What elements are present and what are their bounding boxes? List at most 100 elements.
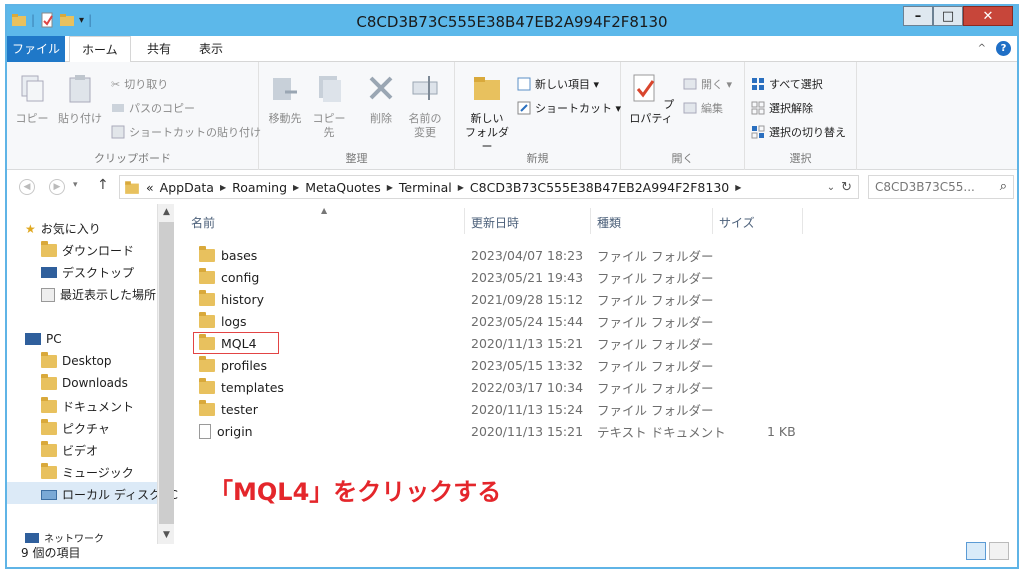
breadcrumb-overflow[interactable]: « xyxy=(146,180,154,195)
nav-item-downloads-jp[interactable]: ダウンロード xyxy=(41,241,134,259)
nav-item-pictures[interactable]: ピクチャ xyxy=(41,419,110,437)
nav-label: 最近表示した場所 xyxy=(60,288,157,302)
tab-file[interactable]: ファイル xyxy=(7,36,65,62)
breadcrumb-roaming[interactable]: Roaming xyxy=(232,180,287,195)
file-row-profiles[interactable]: profiles 2023/05/15 13:32 ファイル フォルダー xyxy=(185,354,805,376)
close-button[interactable]: ✕ xyxy=(963,6,1013,26)
shortcut-button[interactable]: ショートカット ▾ xyxy=(517,100,621,116)
nav-item-desktop[interactable]: Desktop xyxy=(41,351,112,368)
open-button[interactable]: 開く ▾ xyxy=(683,76,732,92)
shortcut-label: ショートカット ▾ xyxy=(535,102,622,115)
rename-button[interactable]: 名前の 変更 xyxy=(405,72,445,140)
file-row-logs[interactable]: logs 2023/05/24 15:44 ファイル フォルダー xyxy=(185,310,805,332)
documents-folder-icon xyxy=(41,397,57,413)
copy-to-button[interactable]: コピー先 xyxy=(309,72,349,140)
nav-item-documents[interactable]: ドキュメント xyxy=(41,397,135,415)
nav-item-videos[interactable]: ビデオ xyxy=(41,441,98,459)
nav-label: Desktop xyxy=(62,354,112,368)
tab-home[interactable]: ホーム xyxy=(69,36,131,63)
select-all-label: すべて選択 xyxy=(769,78,823,91)
breadcrumb-arrow-icon[interactable]: ▶ xyxy=(387,183,393,192)
nav-item-network[interactable]: ネットワーク xyxy=(25,530,104,545)
nav-item-downloads[interactable]: Downloads xyxy=(41,373,128,390)
file-type: ファイル フォルダー xyxy=(597,402,714,418)
window-controls: – □ ✕ xyxy=(903,6,1013,26)
file-row-tester[interactable]: tester 2020/11/13 15:24 ファイル フォルダー xyxy=(185,398,805,420)
large-icons-view-icon[interactable] xyxy=(989,542,1009,560)
breadcrumb-arrow-icon[interactable]: ▶ xyxy=(458,183,464,192)
back-button[interactable]: ◀ xyxy=(19,179,35,195)
file-name: templates xyxy=(221,379,284,395)
properties-button[interactable]: プロパティ xyxy=(625,72,677,126)
clipboard-group-label: クリップボード xyxy=(94,152,171,165)
copy-button[interactable]: コピー xyxy=(15,72,49,126)
select-all-button[interactable]: すべて選択 xyxy=(751,76,823,92)
cut-button[interactable]: ✂ 切り取り xyxy=(111,76,168,92)
recent-locations-icon[interactable]: ▾ xyxy=(73,180,78,190)
scrollbar-thumb[interactable] xyxy=(159,222,174,524)
nav-item-recent[interactable]: 最近表示した場所 xyxy=(41,286,156,303)
search-icon[interactable]: ⌕ xyxy=(1000,179,1007,194)
new-item-button[interactable]: 新しい項目 ▾ xyxy=(517,76,599,92)
clipboard-group: コピー 貼り付け ✂ 切り取り パスのコピー ショートカットの貼り付け クリップボ… xyxy=(7,62,261,170)
file-row-config[interactable]: config 2023/05/21 19:43 ファイル フォルダー xyxy=(185,266,805,288)
file-row-history[interactable]: history 2021/09/28 15:12 ファイル フォルダー xyxy=(185,288,805,310)
desktop-icon xyxy=(41,267,57,278)
minimize-button[interactable]: – xyxy=(903,6,933,26)
new-folder-button[interactable]: 新しい フォルダー xyxy=(461,72,513,154)
column-header-name[interactable]: 名前 ▲ xyxy=(185,206,465,234)
refresh-icon[interactable]: ↻ xyxy=(841,180,852,195)
select-none-button[interactable]: 選択解除 xyxy=(751,100,813,116)
file-type: ファイル フォルダー xyxy=(597,336,714,352)
paste-shortcut-label: ショートカットの貼り付け xyxy=(129,126,261,139)
address-bar[interactable]: « AppData ▶ Roaming ▶ MetaQuotes ▶ Terminal… xyxy=(119,175,859,199)
new-group: 新しい フォルダー 新しい項目 ▾ ショートカット ▾ 新規 xyxy=(455,62,621,170)
forward-button[interactable]: ▶ xyxy=(49,179,65,195)
breadcrumb-arrow-icon[interactable]: ▶ xyxy=(220,183,226,192)
column-header-date[interactable]: 更新日時 xyxy=(465,208,591,234)
paste-shortcut-button[interactable]: ショートカットの貼り付け xyxy=(111,124,261,140)
details-view-icon[interactable] xyxy=(966,542,986,560)
move-to-button[interactable]: 移動先 xyxy=(265,72,305,126)
breadcrumb-arrow-icon[interactable]: ▶ xyxy=(735,183,741,192)
sort-ascending-icon: ▲ xyxy=(321,206,328,215)
breadcrumb-terminal[interactable]: Terminal xyxy=(399,180,452,195)
address-dropdown-icon[interactable]: ⌄ xyxy=(827,182,835,193)
scroll-up-icon[interactable]: ▲ xyxy=(158,204,175,221)
file-row-templates[interactable]: templates 2022/03/17 10:34 ファイル フォルダー xyxy=(185,376,805,398)
tab-view[interactable]: 表示 xyxy=(187,36,235,62)
column-header-type[interactable]: 種類 xyxy=(591,208,713,234)
paste-button[interactable]: 貼り付け xyxy=(57,72,103,126)
breadcrumb-appdata[interactable]: AppData xyxy=(160,180,214,195)
maximize-button[interactable]: □ xyxy=(933,6,963,26)
minimize-ribbon-icon[interactable]: ^ xyxy=(978,43,986,54)
help-icon[interactable]: ? xyxy=(996,41,1011,56)
nav-item-pc[interactable]: PC xyxy=(25,332,62,346)
nav-item-desktop-jp[interactable]: デスクトップ xyxy=(41,264,134,281)
edit-button[interactable]: 編集 xyxy=(683,100,723,116)
nav-item-music[interactable]: ミュージック xyxy=(41,463,134,481)
invert-selection-button[interactable]: 選択の切り替え xyxy=(751,124,846,140)
folder-icon xyxy=(199,311,215,328)
nav-scrollbar[interactable]: ▲ ▼ xyxy=(157,204,174,544)
breadcrumb-current[interactable]: C8CD3B73C555E38B47EB2A994F2F8130 xyxy=(470,180,729,195)
delete-button[interactable]: 削除 xyxy=(363,72,399,126)
nav-item-favorites[interactable]: ★ お気に入り xyxy=(25,220,101,237)
column-header-size[interactable]: サイズ xyxy=(713,208,803,234)
up-arrow-icon[interactable]: ↑ xyxy=(97,177,109,193)
file-date: 2023/04/07 18:23 xyxy=(471,247,584,263)
new-folder-label-1: 新しい xyxy=(470,112,504,125)
organize-group: 移動先 コピー先 削除 名前の 変更 整理 xyxy=(259,62,455,170)
copy-path-button[interactable]: パスのコピー xyxy=(111,100,195,116)
search-input[interactable]: C8CD3B73C55... ⌕ xyxy=(868,175,1014,199)
copy-path-label: パスのコピー xyxy=(129,102,195,115)
file-row-origin[interactable]: origin 2020/11/13 15:21 テキスト ドキュメント 1 KB xyxy=(185,420,805,442)
view-toggle xyxy=(966,542,1009,560)
tab-share[interactable]: 共有 xyxy=(135,36,183,62)
invert-selection-label: 選択の切り替え xyxy=(769,126,846,139)
breadcrumb-metaquotes[interactable]: MetaQuotes xyxy=(305,180,381,195)
scroll-down-icon[interactable]: ▼ xyxy=(158,527,175,544)
breadcrumb-arrow-icon[interactable]: ▶ xyxy=(293,183,299,192)
nav-label: ドキュメント xyxy=(62,400,135,414)
file-row-bases[interactable]: bases 2023/04/07 18:23 ファイル フォルダー xyxy=(185,244,805,266)
